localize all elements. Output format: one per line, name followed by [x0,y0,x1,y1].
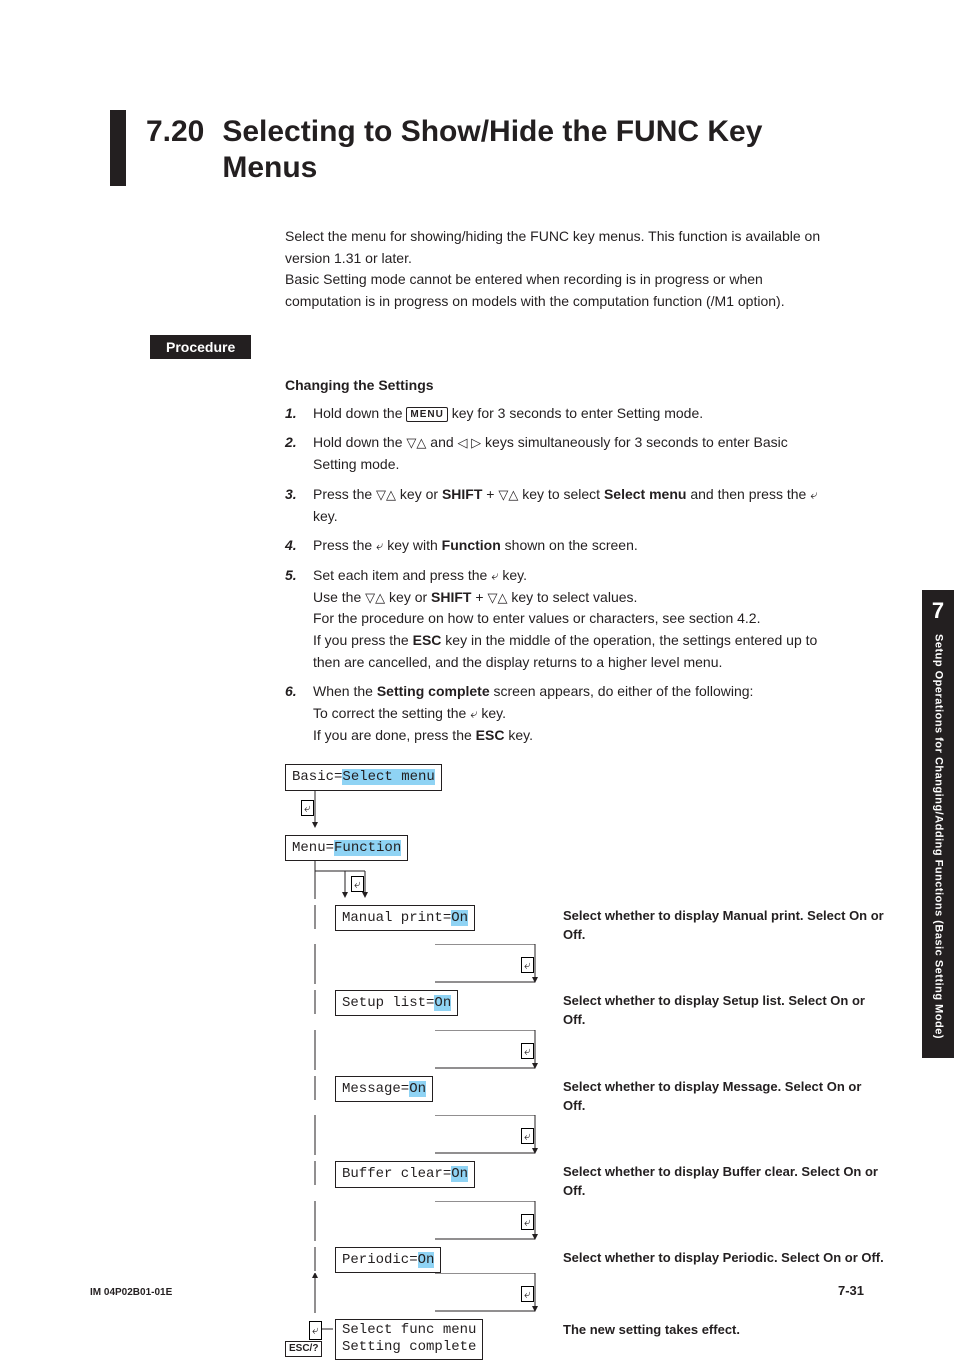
flow-line: ⤶ [285,1115,545,1155]
step-5: Set each item and press the ⤶ key. Use t… [285,565,834,673]
flow-line: ⤶ [285,1030,545,1070]
section-header: 7.20 Selecting to Show/Hide the FUNC Key… [110,110,864,186]
enter-key-icon: ⤶ [351,876,364,892]
updown-key-icon: ▽△ [365,590,385,605]
enter-key-icon: ⤶ [521,1214,534,1230]
updown-key-icon: ▽△ [498,487,518,502]
page-footer: IM 04P02B01-01E 7-31 [90,1283,864,1298]
setting-complete-box: Select func menu Setting complete [335,1319,483,1360]
step-3: Press the ▽△ key or SHIFT + ▽△ key to se… [285,484,834,527]
header-accent-bar [110,110,126,186]
setup-list-desc: Select whether to display Setup list. Se… [545,990,885,1030]
updown-key-icon: ▽△ [376,487,396,502]
menu-key-icon: MENU [406,407,447,422]
flow-diagram: Basic=Select menu ⤶ Menu=Function ⤶ Manu… [285,764,885,1360]
message-desc: Select whether to display Message. Selec… [545,1076,885,1116]
setup-list-box: Setup list=On [335,990,458,1016]
chapter-side-tab: 7 Setup Operations for Changing/Adding F… [922,590,954,1058]
message-box: Message=On [335,1076,433,1102]
changing-settings-heading: Changing the Settings [285,377,864,393]
flow-line: ⤶ [285,861,545,899]
basic-select-menu-box: Basic=Select menu [285,764,442,790]
enter-key-icon: ⤶ [491,568,498,583]
step-1: Hold down the MENU key for 3 seconds to … [285,403,834,425]
periodic-desc: Select whether to display Periodic. Sele… [545,1247,885,1268]
intro-line-2: Basic Setting mode cannot be entered whe… [285,271,785,309]
enter-key-icon: ⤶ [810,487,817,502]
manual-print-box: Manual print=On [335,905,475,931]
enter-key-icon: ⤶ [521,957,534,973]
leftright-key-icon: ◁ ▷ [458,435,482,450]
menu-function-box: Menu=Function [285,835,408,861]
step-6: When the Setting complete screen appears… [285,681,834,746]
enter-key-icon: ⤶ [521,1043,534,1059]
buffer-clear-box: Buffer clear=On [335,1161,475,1187]
document-id: IM 04P02B01-01E [90,1287,172,1298]
setting-complete-desc: The new setting takes effect. [545,1319,885,1340]
flow-line: ⤶ [285,791,545,829]
periodic-box: Periodic=On [335,1247,441,1273]
esc-key-icon: ESC/? [285,1341,322,1357]
intro-line-1: Select the menu for showing/hiding the F… [285,228,820,266]
chapter-number: 7 [922,598,954,624]
flow-line: ⤶ [285,944,545,984]
procedure-steps: Hold down the MENU key for 3 seconds to … [285,403,834,747]
buffer-clear-desc: Select whether to display Buffer clear. … [545,1161,885,1201]
chapter-title-vertical: Setup Operations for Changing/Adding Fun… [931,634,944,1039]
procedure-heading: Procedure [150,335,251,359]
updown-key-icon: ▽△ [487,590,507,605]
step-2: Hold down the ▽△ and ◁ ▷ keys simultaneo… [285,432,834,475]
updown-key-icon: ▽△ [406,435,426,450]
enter-key-icon: ⤶ [521,1128,534,1144]
enter-key-icon: ⤶ [309,1321,322,1340]
step-4: Press the ⤶ key with Function shown on t… [285,535,834,557]
section-number: 7.20 [146,110,204,186]
manual-print-desc: Select whether to display Manual print. … [545,905,885,945]
enter-key-icon: ⤶ [301,800,314,816]
section-title: Selecting to Show/Hide the FUNC Key Menu… [222,110,864,186]
intro-text: Select the menu for showing/hiding the F… [285,226,834,313]
page-number: 7-31 [838,1283,864,1298]
flow-line: ⤶ [285,1201,545,1241]
